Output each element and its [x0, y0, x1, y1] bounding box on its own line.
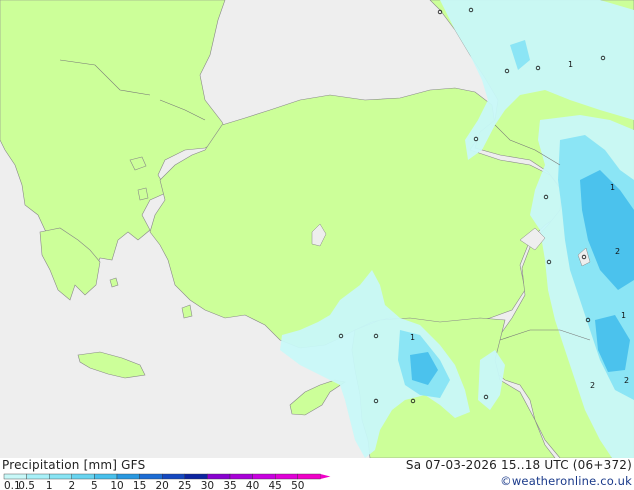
precip-amount-label: 2 — [624, 376, 629, 385]
colorbar-segment — [297, 473, 321, 480]
colorbar-tick-label: 0.5 — [18, 480, 35, 490]
colorbar-segment — [116, 473, 140, 480]
colorbar-segment — [71, 473, 95, 480]
colorbar-tick-label: 1 — [46, 480, 53, 490]
map-footer: Precipitation [mm] GFS Sa 07-03-2026 15.… — [0, 458, 634, 490]
colorbar-segment — [49, 473, 73, 480]
colorbar-tick-label: 50 — [291, 480, 304, 490]
colorbar-tick-label: 5 — [91, 480, 98, 490]
colorbar-tick-label: 15 — [133, 480, 146, 490]
colorbar-tick-label: 45 — [269, 480, 282, 490]
colorbar-segment — [3, 473, 27, 480]
precipitation-colorbar: 0.10.5 1 2 5 10 15 20 25 30 35 40 45 50 — [3, 473, 331, 490]
colorbar-segment — [275, 473, 299, 480]
colorbar-tick-label: 30 — [201, 480, 214, 490]
colorbar-segment — [184, 473, 208, 480]
weather-map-page: 1 1 2 1 2 2 1 Precipitation [mm] GFS Sa … — [0, 0, 634, 490]
precip-amount-label: 1 — [610, 183, 615, 192]
colorbar-segment — [161, 473, 185, 480]
precipitation-map: 1 1 2 1 2 2 1 — [0, 0, 634, 458]
colorbar-tick-label: 20 — [156, 480, 169, 490]
colorbar-segment — [94, 473, 118, 480]
colorbar-tick-label: 35 — [223, 480, 236, 490]
precip-amount-label: 2 — [590, 381, 595, 390]
colorbar-segment — [207, 473, 231, 480]
colorbar-segment — [252, 473, 276, 480]
credit-link[interactable]: ©weatheronline.co.uk — [500, 474, 632, 488]
colorbar-segment — [229, 473, 253, 480]
colorbar-segment — [26, 473, 50, 480]
precip-amount-label: 1 — [410, 333, 415, 342]
colorbar-tick-label: 10 — [110, 480, 123, 490]
colorbar-tick-label: 40 — [246, 480, 259, 490]
chios-island — [137, 187, 149, 201]
valid-time-label: Sa 07-03-2026 15..18 UTC (06+372) — [405, 458, 632, 472]
precip-amount-label: 1 — [568, 60, 573, 69]
colorbar-tick-label: 25 — [178, 480, 191, 490]
precip-amount-label: 1 — [621, 311, 626, 320]
colorbar-tick-label: 2 — [68, 480, 75, 490]
precip-amount-label: 2 — [615, 247, 620, 256]
map-title: Precipitation [mm] GFS — [2, 458, 146, 472]
colorbar-arrow — [320, 474, 331, 479]
colorbar-segment — [139, 473, 163, 480]
